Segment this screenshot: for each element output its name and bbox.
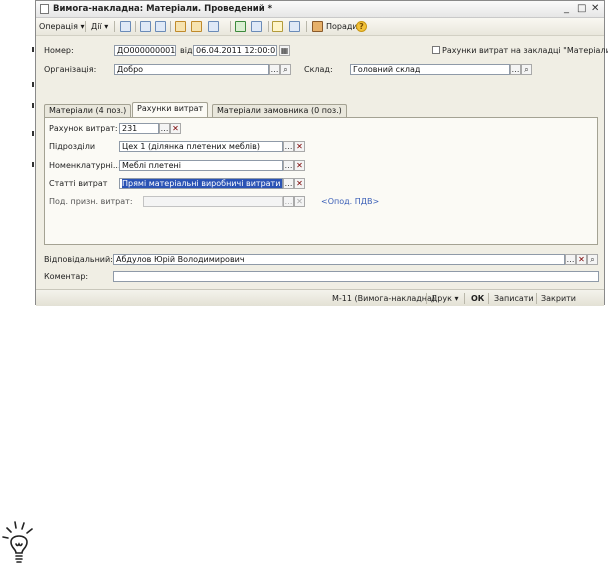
sort-icon[interactable] — [272, 21, 283, 32]
cost-item-clear-icon[interactable]: ✕ — [294, 178, 305, 189]
responsible-select-icon[interactable]: … — [565, 254, 576, 265]
help-icon[interactable]: ? — [356, 21, 367, 32]
toolbar-separator — [114, 21, 115, 32]
window-title: Вимога-накладна: Матеріали. Проведений * — [53, 4, 273, 14]
vat-link[interactable]: <Опод. ПДВ> — [321, 197, 379, 206]
cost-item-label: Статті витрат — [49, 179, 108, 188]
toolbar-separator — [85, 21, 86, 32]
status-separator — [464, 293, 465, 304]
margin-mark — [32, 162, 34, 167]
status-separator — [536, 293, 537, 304]
title-bar: Вимога-накладна: Матеріали. Проведений *… — [36, 1, 604, 18]
cost-item-value: Прямі матеріальні виробничі витрати крім — [122, 179, 282, 188]
toolbar: Операція ▾ Дії ▾ Поради ? — [36, 18, 604, 36]
account-select-icon[interactable]: … — [159, 123, 170, 134]
actions-menu[interactable]: Дії ▾ — [91, 22, 108, 31]
navigate-icon[interactable] — [208, 21, 219, 32]
responsible-field[interactable]: Абдулов Юрій Володимирович — [113, 254, 565, 265]
number-label: Номер: — [44, 46, 74, 55]
organization-label: Організація: — [44, 65, 97, 74]
toolbar-separator — [268, 21, 269, 32]
responsible-clear-icon[interactable]: ✕ — [576, 254, 587, 265]
division-field[interactable]: Цех 1 (ділянка плетених меблів) — [119, 141, 283, 152]
cost-item-field[interactable]: Прямі матеріальні виробничі витрати крім — [119, 178, 283, 189]
table-icon[interactable] — [289, 21, 300, 32]
expense-accounts-panel: Рахунок витрат: 231 … ✕ Підрозділи Цех 1… — [44, 117, 598, 245]
operation-menu[interactable]: Операція ▾ — [39, 22, 84, 31]
responsible-search-icon[interactable]: ⌕ — [587, 254, 598, 265]
status-separator — [426, 293, 427, 304]
add-row-icon[interactable] — [120, 21, 131, 32]
document-icon — [40, 4, 49, 14]
print-form-label[interactable]: М-11 (Вимога-накладна) — [332, 294, 435, 303]
tab-expense-accounts[interactable]: Рахунки витрат — [132, 102, 209, 118]
based-on-icon[interactable] — [175, 21, 186, 32]
post-icon[interactable] — [235, 21, 246, 32]
responsible-label: Відповідальний: — [44, 255, 113, 264]
expense-accounts-checkbox-label: Рахунки витрат на закладці "Матеріали" — [442, 46, 608, 55]
tax-attr-label: Под. призн. витрат: — [49, 197, 133, 206]
margin-mark — [32, 47, 34, 52]
toolbar-separator — [230, 21, 231, 32]
account-label: Рахунок витрат: — [49, 124, 118, 133]
tax-attr-clear-icon: ✕ — [294, 196, 305, 207]
document-window: Вимога-накладна: Матеріали. Проведений *… — [35, 0, 608, 306]
print-button[interactable]: Друк ▾ — [431, 294, 458, 303]
toolbar-separator — [306, 21, 307, 32]
tips-icon — [312, 21, 323, 32]
organization-select-icon[interactable]: … — [269, 64, 280, 75]
warehouse-select-icon[interactable]: … — [510, 64, 521, 75]
maximize-button[interactable]: □ — [577, 3, 586, 14]
division-label: Підрозділи — [49, 142, 96, 151]
margin-mark — [32, 131, 34, 136]
status-separator — [488, 293, 489, 304]
ok-button[interactable]: ОК — [471, 294, 484, 303]
tab-customer-materials[interactable]: Матеріали замовника (0 поз.) — [212, 104, 347, 117]
tab-materials[interactable]: Матеріали (4 поз.) — [44, 104, 132, 117]
division-select-icon[interactable]: … — [283, 141, 294, 152]
division-clear-icon[interactable]: ✕ — [294, 141, 305, 152]
warehouse-field[interactable]: Головний склад — [350, 64, 510, 75]
save-icon[interactable] — [140, 21, 151, 32]
date-field[interactable]: 06.04.2011 12:00:01 — [193, 45, 277, 56]
toolbar-separator — [170, 21, 171, 32]
journal-icon[interactable] — [251, 21, 262, 32]
close-window-button[interactable]: ✕ — [591, 3, 599, 14]
cost-item-select-icon[interactable]: … — [283, 178, 294, 189]
margin-mark — [32, 82, 34, 87]
calendar-icon[interactable]: ▦ — [279, 45, 290, 56]
organization-field[interactable]: Добро — [114, 64, 269, 75]
save-button[interactable]: Записати — [494, 294, 534, 303]
warehouse-search-icon[interactable]: ⌕ — [521, 64, 532, 75]
comment-field[interactable] — [113, 271, 599, 282]
nomenclature-field[interactable]: Меблі плетені — [119, 160, 283, 171]
tax-attr-field — [143, 196, 283, 207]
organization-search-icon[interactable]: ⌕ — [280, 64, 291, 75]
lightbulb-icon — [2, 521, 33, 563]
margin-mark — [32, 103, 34, 108]
nomenclature-clear-icon[interactable]: ✕ — [294, 160, 305, 171]
nomenclature-label: Номенклатурні... — [49, 161, 121, 170]
warehouse-label: Склад: — [304, 65, 333, 74]
tax-attr-select-icon: … — [283, 196, 294, 207]
status-bar: М-11 (Вимога-накладна) Друк ▾ ОК Записат… — [36, 289, 604, 306]
account-clear-icon[interactable]: ✕ — [170, 123, 181, 134]
toolbar-separator — [135, 21, 136, 32]
minimize-button[interactable]: _ — [564, 3, 569, 14]
expense-accounts-checkbox[interactable] — [432, 46, 440, 54]
nomenclature-select-icon[interactable]: … — [283, 160, 294, 171]
number-field[interactable]: ДО000000001 — [114, 45, 176, 56]
copy-icon[interactable] — [155, 21, 166, 32]
account-field[interactable]: 231 — [119, 123, 159, 134]
comment-label: Коментар: — [44, 272, 89, 281]
structure-icon[interactable] — [191, 21, 202, 32]
tips-button[interactable]: Поради — [326, 22, 358, 31]
close-button[interactable]: Закрити — [541, 294, 576, 303]
